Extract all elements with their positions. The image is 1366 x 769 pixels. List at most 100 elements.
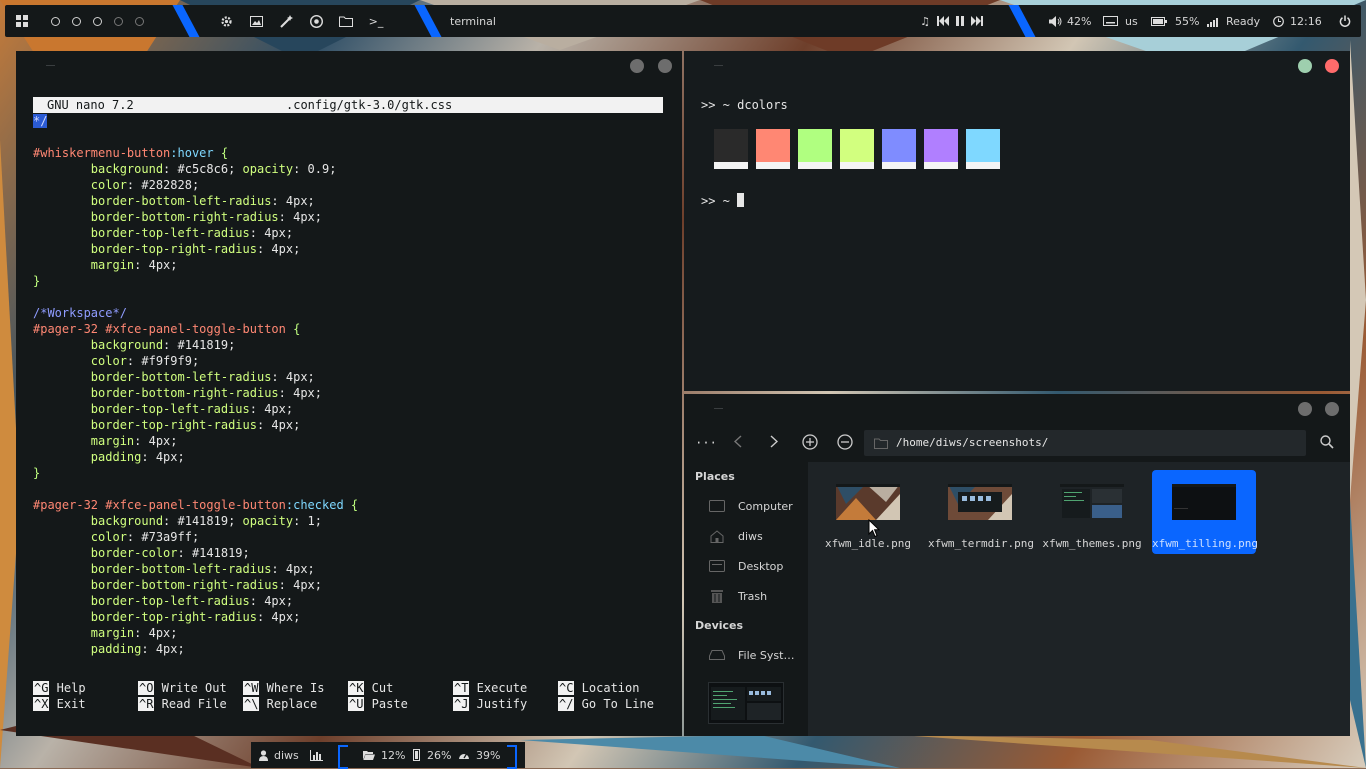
workspace-1[interactable] bbox=[51, 16, 60, 26]
back-icon[interactable] bbox=[734, 435, 742, 448]
shortcut-label: Paste bbox=[364, 697, 408, 711]
folder-icon[interactable] bbox=[339, 5, 353, 37]
zoom-in-icon[interactable] bbox=[802, 434, 818, 450]
shortcut-item[interactable]: ^K Cut bbox=[348, 680, 408, 696]
desktop-preview-thumbnail[interactable] bbox=[708, 682, 784, 724]
file-manager-titlebar[interactable] bbox=[684, 394, 1350, 424]
code-token: : 4px; bbox=[134, 626, 178, 640]
shortcut-item[interactable]: ^W Where Is bbox=[243, 680, 324, 696]
keyboard-layout[interactable]: us bbox=[1103, 5, 1138, 37]
sidebar-item-diws[interactable]: diws bbox=[708, 525, 763, 547]
workspace-3[interactable] bbox=[93, 16, 102, 26]
music-note-icon[interactable]: ♫ bbox=[919, 5, 931, 37]
code-token: background bbox=[33, 162, 164, 176]
code-token: { bbox=[343, 498, 359, 512]
maximize-button[interactable] bbox=[1325, 402, 1339, 416]
next-track-icon[interactable] bbox=[969, 5, 985, 37]
shortcut-label: Replace bbox=[259, 697, 318, 711]
sidebar-item-desktop[interactable]: Desktop bbox=[708, 555, 783, 577]
code-token: border-bottom-left-radius bbox=[33, 562, 272, 576]
nano-window: GNU nano 7.2 .config/gtk-3.0/gtk.css */ #… bbox=[16, 51, 682, 736]
close-button[interactable] bbox=[1325, 59, 1339, 73]
home-icon bbox=[708, 529, 726, 543]
browser-icon[interactable] bbox=[309, 5, 323, 37]
menu-grid-icon[interactable] bbox=[15, 5, 29, 37]
pause-icon[interactable] bbox=[953, 5, 967, 37]
shortcut-label: Location bbox=[574, 681, 640, 695]
settings-icon[interactable] bbox=[219, 5, 233, 37]
top-panel: >_ terminal ♫ 42% us 55% Ready 12:16 bbox=[5, 5, 1361, 37]
bottom-panel: diws 12% 26% 39% bbox=[251, 742, 525, 769]
minimize-button[interactable] bbox=[1298, 402, 1312, 416]
shortcut-key: ^G bbox=[33, 681, 50, 695]
terminal-icon[interactable]: >_ bbox=[369, 5, 384, 37]
stats-chart-icon[interactable] bbox=[310, 742, 323, 768]
code-token: : 4px; bbox=[256, 418, 301, 432]
code-line: border-color: #141819; bbox=[33, 545, 358, 561]
code-token: :hover bbox=[170, 146, 214, 160]
shortcut-item[interactable]: ^O Write Out bbox=[138, 680, 227, 696]
shortcut-item[interactable]: ^U Paste bbox=[348, 696, 408, 712]
more-options-icon[interactable]: ··· bbox=[695, 436, 717, 450]
code-token: border-top-left-radius bbox=[33, 402, 250, 416]
maximize-button[interactable] bbox=[1298, 59, 1312, 73]
code-line: border-top-left-radius: 4px; bbox=[33, 593, 358, 609]
shortcut-item[interactable]: ^C Location bbox=[558, 680, 654, 696]
swatch-bright-bar bbox=[714, 162, 748, 169]
maximize-button[interactable] bbox=[658, 59, 672, 73]
shortcut-item[interactable]: ^G Help bbox=[33, 680, 86, 696]
shortcut-item[interactable]: ^/ Go To Line bbox=[558, 696, 654, 712]
battery-indicator[interactable]: 55% bbox=[1151, 5, 1199, 37]
image-viewer-icon[interactable] bbox=[249, 5, 263, 37]
shortcut-item[interactable]: ^J Justify bbox=[453, 696, 527, 712]
clock[interactable]: 12:16 bbox=[1273, 5, 1322, 37]
previous-track-icon[interactable] bbox=[935, 5, 951, 37]
code-line: border-bottom-right-radius: 4px; bbox=[33, 209, 358, 225]
swatch-bright-bar bbox=[882, 162, 916, 169]
code-line: color: #73a9ff; bbox=[33, 529, 358, 545]
sidebar-item-file-syst[interactable]: File Syst… bbox=[708, 644, 794, 666]
terminal-titlebar[interactable] bbox=[684, 51, 1350, 81]
search-icon[interactable] bbox=[1320, 435, 1334, 449]
volume-indicator[interactable]: 42% bbox=[1049, 5, 1091, 37]
color-swatch bbox=[756, 129, 790, 169]
code-token: border-bottom-left-radius bbox=[33, 370, 272, 384]
code-token: { bbox=[213, 146, 229, 160]
nano-titlebar[interactable] bbox=[16, 51, 682, 81]
file-item[interactable]: xfwm_tilling.png bbox=[1152, 470, 1258, 554]
code-token: background bbox=[33, 514, 164, 528]
workspace-5[interactable] bbox=[135, 16, 144, 26]
image-thumbnail bbox=[1172, 484, 1236, 520]
magic-wand-icon[interactable] bbox=[279, 5, 293, 37]
active-window-title[interactable]: terminal bbox=[450, 5, 496, 37]
code-token: margin bbox=[33, 258, 135, 272]
location-bar[interactable]: /home/diws/screenshots/ bbox=[864, 430, 1306, 456]
code-token: : #141819; bbox=[163, 338, 236, 352]
cpu-usage[interactable]: 39% bbox=[458, 742, 500, 768]
code-line: #pager-32 #xfce-panel-toggle-button:chec… bbox=[33, 497, 358, 513]
file-item[interactable]: xfwm_termdir.png bbox=[928, 470, 1034, 554]
code-token: border-top-right-radius bbox=[33, 418, 257, 432]
code-token: border-color bbox=[33, 546, 178, 560]
file-item[interactable]: xfwm_idle.png bbox=[816, 470, 920, 554]
user-indicator[interactable]: diws bbox=[259, 742, 299, 768]
workspace-2[interactable] bbox=[72, 16, 81, 26]
power-icon[interactable] bbox=[1339, 5, 1351, 37]
file-item[interactable]: xfwm_themes.png bbox=[1040, 470, 1144, 554]
minimize-button[interactable] bbox=[630, 59, 644, 73]
memory-usage[interactable]: 26% bbox=[412, 742, 451, 768]
forward-icon[interactable] bbox=[770, 435, 778, 448]
sidebar-item-computer[interactable]: Computer bbox=[708, 495, 793, 517]
shortcut-item[interactable]: ^R Read File bbox=[138, 696, 227, 712]
shortcut-item[interactable]: ^T Execute bbox=[453, 680, 527, 696]
workspace-4[interactable] bbox=[114, 16, 123, 26]
nano-editor[interactable]: */ #whiskermenu-button:hover { background… bbox=[33, 113, 358, 657]
sidebar-item-trash[interactable]: Trash bbox=[708, 585, 767, 607]
shortcut-item[interactable]: ^X Exit bbox=[33, 696, 86, 712]
nano-filename: .config/gtk-3.0/gtk.css bbox=[286, 98, 453, 112]
zoom-out-icon[interactable] bbox=[837, 434, 853, 450]
network-indicator[interactable]: Ready bbox=[1207, 5, 1260, 37]
disk-usage[interactable]: 12% bbox=[363, 742, 405, 768]
terminal-prompt[interactable]: >> ~ bbox=[701, 193, 745, 209]
shortcut-item[interactable]: ^\ Replace bbox=[243, 696, 324, 712]
